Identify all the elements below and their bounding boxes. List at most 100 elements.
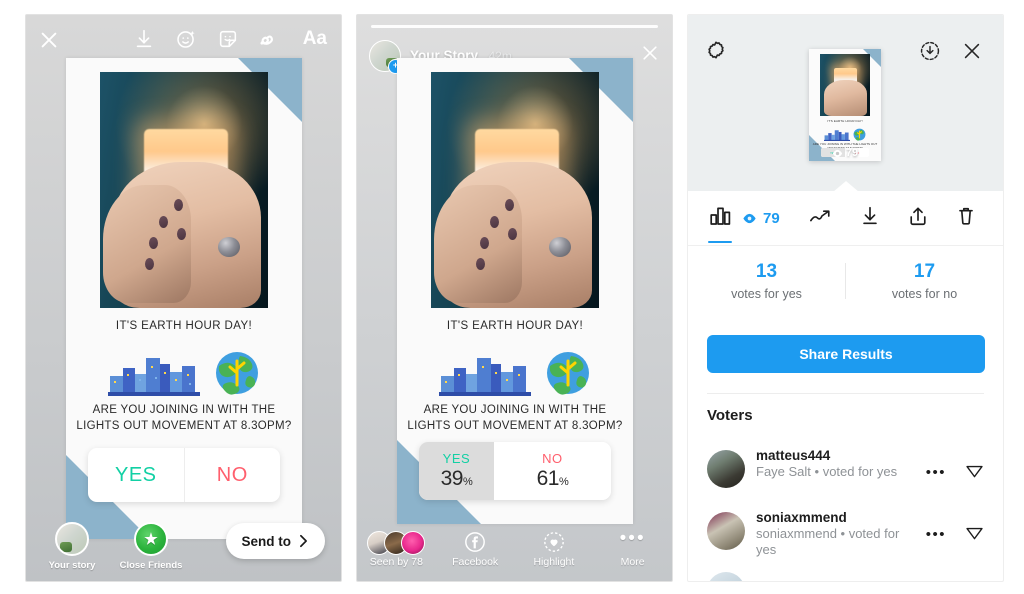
votes-yes-label: votes for yes xyxy=(731,287,802,301)
poll-option-yes[interactable]: YES xyxy=(88,448,185,502)
highlight-label: Highlight xyxy=(533,555,575,568)
story-question-line1: ARE YOU JOINING IN WITH THE xyxy=(92,404,276,416)
send-icon[interactable] xyxy=(964,460,985,486)
thumb-view-count: 79 xyxy=(809,147,881,159)
poll-option-no[interactable]: NO xyxy=(185,448,281,502)
highlight-icon xyxy=(544,531,564,552)
voters-heading: Voters xyxy=(707,407,753,424)
seen-by-avatars xyxy=(357,530,436,555)
send-to-label: Send to xyxy=(241,533,292,549)
earth-hour-artwork xyxy=(66,340,302,396)
voter-username[interactable]: soniaxmmend xyxy=(756,509,915,526)
close-icon[interactable] xyxy=(961,40,983,67)
star-icon: ★ xyxy=(134,522,168,556)
vote-summary: 13 votes for yes 17 votes for no xyxy=(688,245,1003,317)
divider xyxy=(707,393,984,394)
save-circle-icon[interactable] xyxy=(919,40,941,67)
story-question-line2: LIGHTS OUT MOVEMENT AT 8.3OPM? xyxy=(407,420,623,432)
highlight-button[interactable]: Highlight xyxy=(515,531,594,568)
votes-yes-count: 13 xyxy=(755,261,778,282)
voter-actions: ••• xyxy=(926,509,985,548)
share-results-button[interactable]: Share Results xyxy=(707,335,985,373)
insights-actions xyxy=(809,205,1003,232)
eye-icon xyxy=(832,149,843,157)
poll-result-yes: YES 39% xyxy=(419,442,494,500)
votes-no-label: votes for no xyxy=(891,287,958,301)
send-icon[interactable] xyxy=(964,522,985,548)
more-icon[interactable]: ••• xyxy=(926,527,946,542)
close-icon[interactable] xyxy=(38,29,60,51)
more-dots-icon: ••• xyxy=(619,527,646,549)
poll-result-no-percent: 61% xyxy=(536,467,569,490)
story-question-line1: ARE YOU JOINING IN WITH THE xyxy=(423,404,607,416)
share-up-icon[interactable] xyxy=(907,205,929,232)
gear-icon[interactable] xyxy=(705,39,727,66)
avatar[interactable] xyxy=(707,572,745,581)
more-label: More xyxy=(620,555,645,568)
chevron-right-icon xyxy=(300,534,307,548)
voter-row[interactable]: matteus444 Faye Salt • voted for yes ••• xyxy=(707,447,985,509)
insights-stats: 79 xyxy=(688,204,809,233)
voter-actions: ••• xyxy=(926,447,985,486)
poll-result-no-label: NO xyxy=(542,451,563,466)
download-icon[interactable] xyxy=(133,28,155,50)
close-icon[interactable] xyxy=(640,43,660,63)
story-composer-panel: Aa IT'S EARTH HOUR DAY! ARE YOU JOINING … xyxy=(25,14,342,582)
voter-subtitle: soniaxmmend • voted for yes xyxy=(756,526,900,557)
more-button[interactable]: ••• More xyxy=(593,527,672,568)
share-close-friends[interactable]: ★ Close Friends xyxy=(110,522,192,571)
send-to-button[interactable]: Send to xyxy=(225,523,325,559)
facebook-icon xyxy=(465,531,486,552)
voter-username[interactable]: matteus444 xyxy=(756,447,915,464)
view-count-value: 79 xyxy=(763,209,780,227)
more-icon[interactable]: ••• xyxy=(926,465,946,480)
story-thumbnail-card[interactable]: IT'S EARTH HOUR DAY! ARE YOU JOINING IN … xyxy=(809,49,881,161)
story-canvas: IT'S EARTH HOUR DAY! ARE YOU JOINING IN … xyxy=(66,58,302,539)
seen-by-label: Seen by 78 xyxy=(369,555,423,568)
draw-icon[interactable] xyxy=(259,28,283,50)
active-tab-underline xyxy=(708,241,732,243)
insights-panel: IT'S EARTH HOUR DAY! ARE YOU JOINING IN … xyxy=(687,14,1004,582)
share-your-story-label: Your story xyxy=(48,560,96,571)
voter-info: matteus444 Faye Salt • voted for yes xyxy=(756,447,915,480)
votes-no-count: 17 xyxy=(913,261,936,282)
insights-action-row: 79 xyxy=(688,191,1003,246)
composer-tools: Aa xyxy=(133,28,327,50)
poll-result-yes-label: YES xyxy=(442,451,471,466)
city-skyline-icon xyxy=(439,358,531,396)
share-close-friends-label: Close Friends xyxy=(119,560,183,571)
view-count-stat[interactable]: 79 xyxy=(742,210,780,227)
viewer-footer: Seen by 78 Facebook Highlight ••• More xyxy=(357,521,672,577)
composer-toolbar: Aa xyxy=(26,15,341,63)
poll-result-yes-percent: 39% xyxy=(440,467,473,490)
story-canvas: IT'S EARTH HOUR DAY! ARE YOU JOINING IN … xyxy=(397,58,633,524)
candle-photo xyxy=(431,72,599,308)
poll-result-no: NO 61% xyxy=(493,442,611,500)
share-your-story[interactable]: Your story xyxy=(40,522,104,571)
sticker-icon[interactable] xyxy=(217,28,239,50)
story-title: IT'S EARTH HOUR DAY! xyxy=(446,320,584,332)
story-viewer-panel: + Your Story 42m IT'S EARTH HOUR DAY! AR… xyxy=(356,14,673,582)
story-progress-bar xyxy=(371,25,658,28)
story-question-line2: LIGHTS OUT MOVEMENT AT 8.3OPM? xyxy=(76,420,292,432)
composer-share-bar: Your story ★ Close Friends Send to xyxy=(26,513,341,575)
poll-sticker[interactable]: YES NO xyxy=(88,448,280,502)
download-icon[interactable] xyxy=(859,205,881,232)
bar-chart-icon[interactable] xyxy=(708,204,732,233)
thumb-title: IT'S EARTH HOUR DAY! xyxy=(827,119,863,123)
earth-globe-icon xyxy=(547,352,589,395)
voter-subtitle: Faye Salt • voted for yes xyxy=(756,464,898,479)
candle-photo-thumb xyxy=(820,54,870,116)
trash-icon[interactable] xyxy=(955,205,977,232)
avatar[interactable] xyxy=(707,450,745,488)
avatar[interactable] xyxy=(707,512,745,550)
earth-hour-artwork xyxy=(397,340,633,396)
seen-by-button[interactable]: Seen by 78 xyxy=(357,530,436,568)
voter-row[interactable]: soniaxmmend soniaxmmend • voted for yes … xyxy=(707,509,985,571)
text-tool-label[interactable]: Aa xyxy=(303,29,327,49)
trending-up-icon[interactable] xyxy=(809,205,833,232)
thumb-artwork xyxy=(809,125,881,141)
sparkle-face-icon[interactable] xyxy=(175,28,197,50)
facebook-label: Facebook xyxy=(452,555,499,568)
facebook-button[interactable]: Facebook xyxy=(436,531,515,568)
